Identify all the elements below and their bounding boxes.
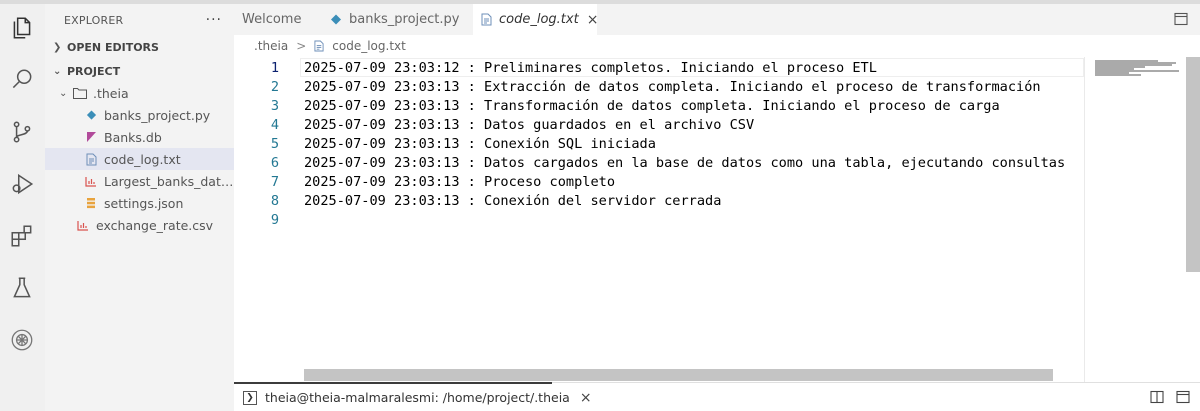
tree-item-label: banks_project.py bbox=[104, 107, 211, 123]
tree-item[interactable]: code_log.txt bbox=[45, 148, 234, 170]
more-actions-icon[interactable]: ··· bbox=[206, 12, 222, 28]
terminal-tab[interactable]: ❯ theia@theia-malmaralesmi: /home/projec… bbox=[234, 383, 592, 411]
code-line[interactable]: 9 bbox=[234, 211, 1084, 230]
project-label: PROJECT bbox=[67, 64, 121, 78]
chevron-right-icon: ❯ bbox=[53, 41, 62, 53]
minimap-line bbox=[1095, 74, 1141, 76]
panel-actions bbox=[1150, 390, 1190, 404]
breadcrumb: .theia > code_log.txt bbox=[234, 35, 1200, 57]
tree-item[interactable]: Largest_banks_data... bbox=[45, 170, 234, 192]
tree-item-label: Largest_banks_data... bbox=[104, 173, 234, 189]
code-editor[interactable]: 1 2025-07-09 23:03:12 : Preliminares comp… bbox=[234, 57, 1084, 382]
breadcrumb-folder[interactable]: .theia bbox=[254, 39, 288, 53]
testing-icon[interactable] bbox=[6, 272, 38, 304]
close-terminal-icon[interactable]: × bbox=[580, 390, 592, 406]
line-text: 2025-07-09 23:03:13 : Proceso completo bbox=[304, 174, 615, 190]
breadcrumb-separator: > bbox=[296, 39, 307, 53]
python-file-icon bbox=[84, 108, 98, 122]
tab-label: Welcome bbox=[242, 12, 302, 27]
file-tree: ⌄ .theia banks_project.py Banks.db code_log.… bbox=[45, 82, 234, 236]
tab-label: banks_project.py bbox=[349, 12, 460, 27]
line-text: 2025-07-09 23:03:13 : Extracción de dato… bbox=[304, 79, 1041, 95]
folder-icon bbox=[73, 86, 87, 100]
code-line[interactable]: 5 2025-07-09 23:03:13 : Conexión SQL inic… bbox=[234, 135, 1084, 154]
tab-label: code_log.txt bbox=[499, 12, 579, 27]
tree-item[interactable]: settings.json bbox=[45, 192, 234, 214]
tree-item-label: code_log.txt bbox=[104, 151, 181, 167]
split-terminal-icon[interactable] bbox=[1150, 390, 1164, 404]
line-number: 1 bbox=[270, 60, 279, 76]
open-editors-label: OPEN EDITORS bbox=[67, 40, 159, 54]
terminal-icon: ❯ bbox=[243, 390, 257, 405]
tree-item[interactable]: Banks.db bbox=[45, 126, 234, 148]
code-line[interactable]: 1 2025-07-09 23:03:12 : Preliminares comp… bbox=[234, 59, 1084, 78]
activity-bar bbox=[0, 4, 45, 411]
tree-item[interactable]: ⌄ .theia bbox=[45, 82, 234, 104]
python-file-icon bbox=[330, 14, 342, 26]
text-file-icon bbox=[84, 152, 98, 166]
line-number: 2 bbox=[270, 79, 279, 95]
text-file-icon bbox=[481, 13, 492, 26]
chevron-down-icon: ⌄ bbox=[59, 87, 68, 99]
csv-file-icon bbox=[76, 218, 90, 232]
split-editor-icon[interactable] bbox=[1174, 12, 1188, 26]
bottom-panel: ❯ theia@theia-malmaralesmi: /home/projec… bbox=[234, 382, 1200, 411]
maximize-panel-icon[interactable] bbox=[1176, 390, 1190, 404]
database-file-icon bbox=[84, 130, 98, 144]
tab-banks-project[interactable]: banks_project.py bbox=[322, 4, 472, 35]
line-number: 5 bbox=[270, 136, 279, 152]
line-number: 4 bbox=[270, 117, 279, 133]
text-file-icon bbox=[314, 40, 324, 52]
explorer-sidebar: EXPLORER ··· ❯ OPEN EDITORS ⌄ PROJECT ⌄.… bbox=[45, 4, 234, 411]
skills-network-icon[interactable] bbox=[6, 324, 38, 356]
line-text: 2025-07-09 23:03:13 : Datos cargados en … bbox=[304, 155, 1066, 171]
extensions-icon[interactable] bbox=[6, 220, 38, 252]
line-text: 2025-07-09 23:03:13 : Datos guardados en… bbox=[304, 117, 755, 133]
horizontal-scrollbar[interactable] bbox=[304, 369, 1053, 381]
tree-item[interactable]: exchange_rate.csv bbox=[45, 214, 234, 236]
line-text: 2025-07-09 23:03:13 : Conexión del servi… bbox=[304, 193, 722, 209]
tree-item-label: .theia bbox=[93, 85, 129, 101]
line-number: 7 bbox=[270, 174, 279, 190]
csv-file-icon bbox=[84, 174, 98, 188]
project-section[interactable]: ⌄ PROJECT bbox=[45, 60, 234, 82]
code-line[interactable]: 8 2025-07-09 23:03:13 : Conexión del serv… bbox=[234, 192, 1084, 211]
code-line[interactable]: 6 2025-07-09 23:03:13 : Datos cargados en… bbox=[234, 154, 1084, 173]
line-text: 2025-07-09 23:03:13 : Conexión SQL inici… bbox=[304, 136, 656, 152]
line-text: 2025-07-09 23:03:12 : Preliminares compl… bbox=[304, 60, 877, 76]
editor-tabs: Welcome banks_project.py code_log.txt × bbox=[234, 4, 1200, 35]
tree-item[interactable]: banks_project.py bbox=[45, 104, 234, 126]
code-line[interactable]: 4 2025-07-09 23:03:13 : Datos guardados e… bbox=[234, 116, 1084, 135]
search-icon[interactable] bbox=[6, 64, 38, 96]
line-text: 2025-07-09 23:03:13 : Transformación de … bbox=[304, 98, 1000, 114]
tree-item-label: settings.json bbox=[104, 195, 184, 211]
line-number: 6 bbox=[270, 155, 279, 171]
explorer-header: EXPLORER ··· bbox=[45, 4, 234, 36]
close-tab-icon[interactable]: × bbox=[587, 12, 599, 28]
vertical-scrollbar[interactable] bbox=[1186, 57, 1200, 272]
source-control-icon[interactable] bbox=[6, 116, 38, 148]
line-number: 3 bbox=[270, 98, 279, 114]
files-icon[interactable] bbox=[6, 12, 38, 44]
explorer-title: EXPLORER bbox=[64, 13, 124, 27]
chevron-down-icon: ⌄ bbox=[53, 65, 62, 77]
line-number: 8 bbox=[270, 193, 279, 209]
tab-code-log[interactable]: code_log.txt × bbox=[473, 4, 599, 35]
code-line[interactable]: 3 2025-07-09 23:03:13 : Transformación de… bbox=[234, 97, 1084, 116]
terminal-tab-label: theia@theia-malmaralesmi: /home/project/… bbox=[265, 390, 570, 405]
line-number: 9 bbox=[270, 212, 279, 228]
code-line[interactable]: 7 2025-07-09 23:03:13 : Proceso completo bbox=[234, 173, 1084, 192]
breadcrumb-file[interactable]: code_log.txt bbox=[332, 39, 406, 53]
open-editors-section[interactable]: ❯ OPEN EDITORS bbox=[45, 36, 234, 58]
tab-welcome[interactable]: Welcome bbox=[234, 4, 316, 35]
json-file-icon bbox=[84, 196, 98, 210]
code-line[interactable]: 2 2025-07-09 23:03:13 : Extracción de dat… bbox=[234, 78, 1084, 97]
tree-item-label: exchange_rate.csv bbox=[96, 217, 214, 233]
run-debug-icon[interactable] bbox=[6, 168, 38, 200]
tree-item-label: Banks.db bbox=[104, 129, 162, 145]
minimap[interactable] bbox=[1084, 57, 1186, 382]
